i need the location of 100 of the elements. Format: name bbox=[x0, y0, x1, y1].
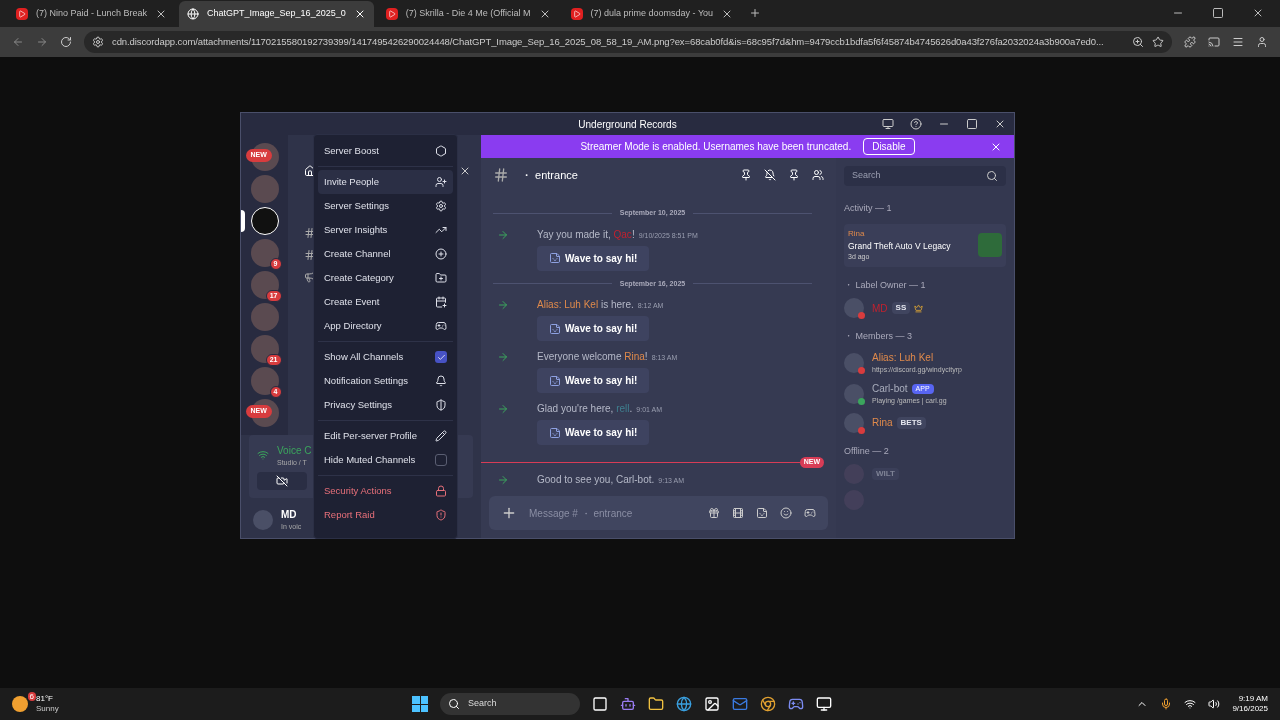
disable-button[interactable]: Disable bbox=[863, 138, 915, 155]
lock-icon bbox=[435, 485, 447, 497]
new-tab-icon[interactable] bbox=[749, 7, 762, 19]
speaker-icon[interactable] bbox=[1208, 698, 1221, 710]
menu-item-label: Server Insights bbox=[324, 222, 388, 237]
channel-hash-icon[interactable] bbox=[304, 227, 316, 239]
gamepad-icon[interactable] bbox=[804, 507, 816, 519]
maximize-icon[interactable] bbox=[1212, 7, 1224, 19]
mail-icon[interactable] bbox=[732, 696, 748, 712]
gamepad-icon[interactable] bbox=[788, 696, 804, 712]
menu-item[interactable]: Security Actions bbox=[318, 479, 453, 503]
checkbox[interactable] bbox=[435, 351, 447, 363]
menu-item[interactable]: Show All Channels bbox=[318, 345, 453, 369]
microphone-icon[interactable] bbox=[1160, 698, 1173, 710]
menu-item[interactable]: Edit Per-server Profile bbox=[318, 424, 453, 448]
camera-off-icon bbox=[276, 475, 288, 487]
address-field[interactable] bbox=[84, 31, 1172, 53]
task-view-icon[interactable] bbox=[592, 696, 608, 712]
server-icon[interactable] bbox=[250, 335, 279, 363]
server-icon[interactable] bbox=[250, 207, 279, 235]
browser-tab[interactable]: ChatGPT_Image_Sep_16_2025_0 bbox=[179, 1, 374, 27]
pin-icon[interactable] bbox=[788, 169, 800, 181]
members-icon[interactable] bbox=[812, 169, 824, 181]
settings-icon bbox=[435, 200, 447, 212]
section-heading: Activity — 1 bbox=[844, 202, 893, 215]
taskbar-search[interactable]: Search bbox=[440, 693, 580, 715]
menu-item[interactable]: Server Boost bbox=[318, 139, 453, 163]
system-message: Alias: Luh Kel is here. bbox=[537, 298, 634, 312]
plus-icon[interactable] bbox=[501, 505, 517, 521]
game-title: Grand Theft Auto V Legacy bbox=[848, 239, 952, 253]
extensions-icon[interactable] bbox=[1184, 36, 1196, 48]
bell-off-icon[interactable] bbox=[764, 169, 776, 181]
bookmark-star-icon[interactable] bbox=[1152, 36, 1164, 48]
server-icon[interactable] bbox=[250, 271, 279, 299]
menu-item-label: Show All Channels bbox=[324, 349, 404, 364]
wave-button[interactable]: Wave to say hi! bbox=[537, 368, 650, 393]
chart-icon bbox=[435, 224, 447, 236]
wave-button[interactable]: Wave to say hi! bbox=[537, 316, 650, 341]
cast-icon[interactable] bbox=[1208, 36, 1220, 48]
browser-icon[interactable] bbox=[676, 696, 692, 712]
windows-start-icon[interactable] bbox=[412, 696, 428, 712]
user-name: MD bbox=[281, 508, 298, 523]
tab-title: (7) dula prime doomsday - You bbox=[590, 7, 714, 21]
member-row[interactable]: Rina BETS bbox=[844, 412, 1006, 433]
close-icon[interactable] bbox=[1252, 7, 1264, 19]
menu-item[interactable]: Report Raid bbox=[318, 503, 453, 527]
menu-item[interactable]: Server Insights bbox=[318, 218, 453, 242]
folder-icon[interactable] bbox=[648, 696, 664, 712]
gift-icon[interactable] bbox=[708, 507, 720, 519]
maximize-icon[interactable] bbox=[966, 118, 978, 130]
browser-tab[interactable]: (7) Skrilla - Die 4 Me (Official M bbox=[377, 1, 559, 27]
plus-circle-icon bbox=[435, 248, 447, 260]
monitor-icon[interactable] bbox=[816, 696, 832, 712]
menu-item[interactable]: Create Channel bbox=[318, 242, 453, 266]
search-input[interactable]: Search bbox=[468, 697, 572, 711]
menu-item[interactable]: Privacy Settings bbox=[318, 393, 453, 417]
browser-tab[interactable]: (7) dula prime doomsday - You bbox=[562, 1, 742, 27]
profile-icon[interactable] bbox=[1256, 36, 1268, 48]
close-icon[interactable] bbox=[994, 118, 1006, 130]
menu-item[interactable]: Hide Muted Channels bbox=[318, 448, 453, 472]
home-icon[interactable] bbox=[304, 165, 316, 177]
browser-tab[interactable]: (7) Nino Paid - Lunch Break bbox=[8, 1, 176, 27]
shield-alert-icon bbox=[435, 509, 447, 521]
clock-date: 9/16/2025 bbox=[1232, 704, 1268, 714]
wave-button[interactable]: Wave to say hi! bbox=[537, 420, 650, 445]
menu-item[interactable]: Create Category bbox=[318, 266, 453, 290]
folder-plus-icon bbox=[435, 272, 447, 284]
search-input[interactable]: Search bbox=[852, 169, 986, 183]
wifi-icon[interactable] bbox=[1184, 698, 1197, 710]
screen-icon[interactable] bbox=[882, 118, 894, 130]
reload-icon[interactable] bbox=[60, 36, 72, 48]
zoom-icon[interactable] bbox=[1132, 36, 1144, 48]
close-icon[interactable] bbox=[459, 165, 471, 177]
menu-item-label: Invite People bbox=[324, 174, 379, 189]
channel-hash-icon bbox=[493, 167, 509, 183]
menu-item[interactable]: App Directory bbox=[318, 314, 453, 338]
avatar bbox=[844, 412, 864, 433]
menu-item[interactable]: Server Settings bbox=[318, 194, 453, 218]
wave-button[interactable]: Wave to say hi! bbox=[537, 245, 650, 271]
temperature: 81°F bbox=[36, 694, 54, 704]
system-message: Good to see you, Carl-bot. bbox=[537, 472, 655, 487]
member-row[interactable]: MD SS bbox=[844, 298, 1006, 319]
announcement-icon[interactable] bbox=[304, 271, 316, 283]
message-input[interactable]: Message # ・ entrance bbox=[529, 505, 696, 521]
tab-title: (7) Nino Paid - Lunch Break bbox=[36, 7, 148, 21]
emoji-icon[interactable] bbox=[780, 507, 792, 519]
camera-off-button[interactable] bbox=[257, 472, 307, 490]
channel-hash-icon[interactable] bbox=[304, 249, 316, 261]
checkbox[interactable] bbox=[435, 454, 447, 466]
menu-item-label: App Directory bbox=[324, 318, 382, 333]
member-search-field[interactable]: Search bbox=[844, 166, 1006, 186]
menu-item[interactable]: Create Event bbox=[318, 290, 453, 314]
menu-item[interactable]: Notification Settings bbox=[318, 369, 453, 393]
menu-item[interactable]: Invite People bbox=[318, 170, 453, 194]
site-settings-icon[interactable] bbox=[92, 36, 104, 48]
message-composer[interactable]: Message # ・ entrance bbox=[489, 496, 828, 530]
sticker-icon[interactable] bbox=[756, 507, 768, 519]
help-icon[interactable] bbox=[910, 118, 922, 130]
game-logo-placeholder bbox=[978, 233, 1002, 258]
join-arrow-icon bbox=[497, 403, 509, 415]
